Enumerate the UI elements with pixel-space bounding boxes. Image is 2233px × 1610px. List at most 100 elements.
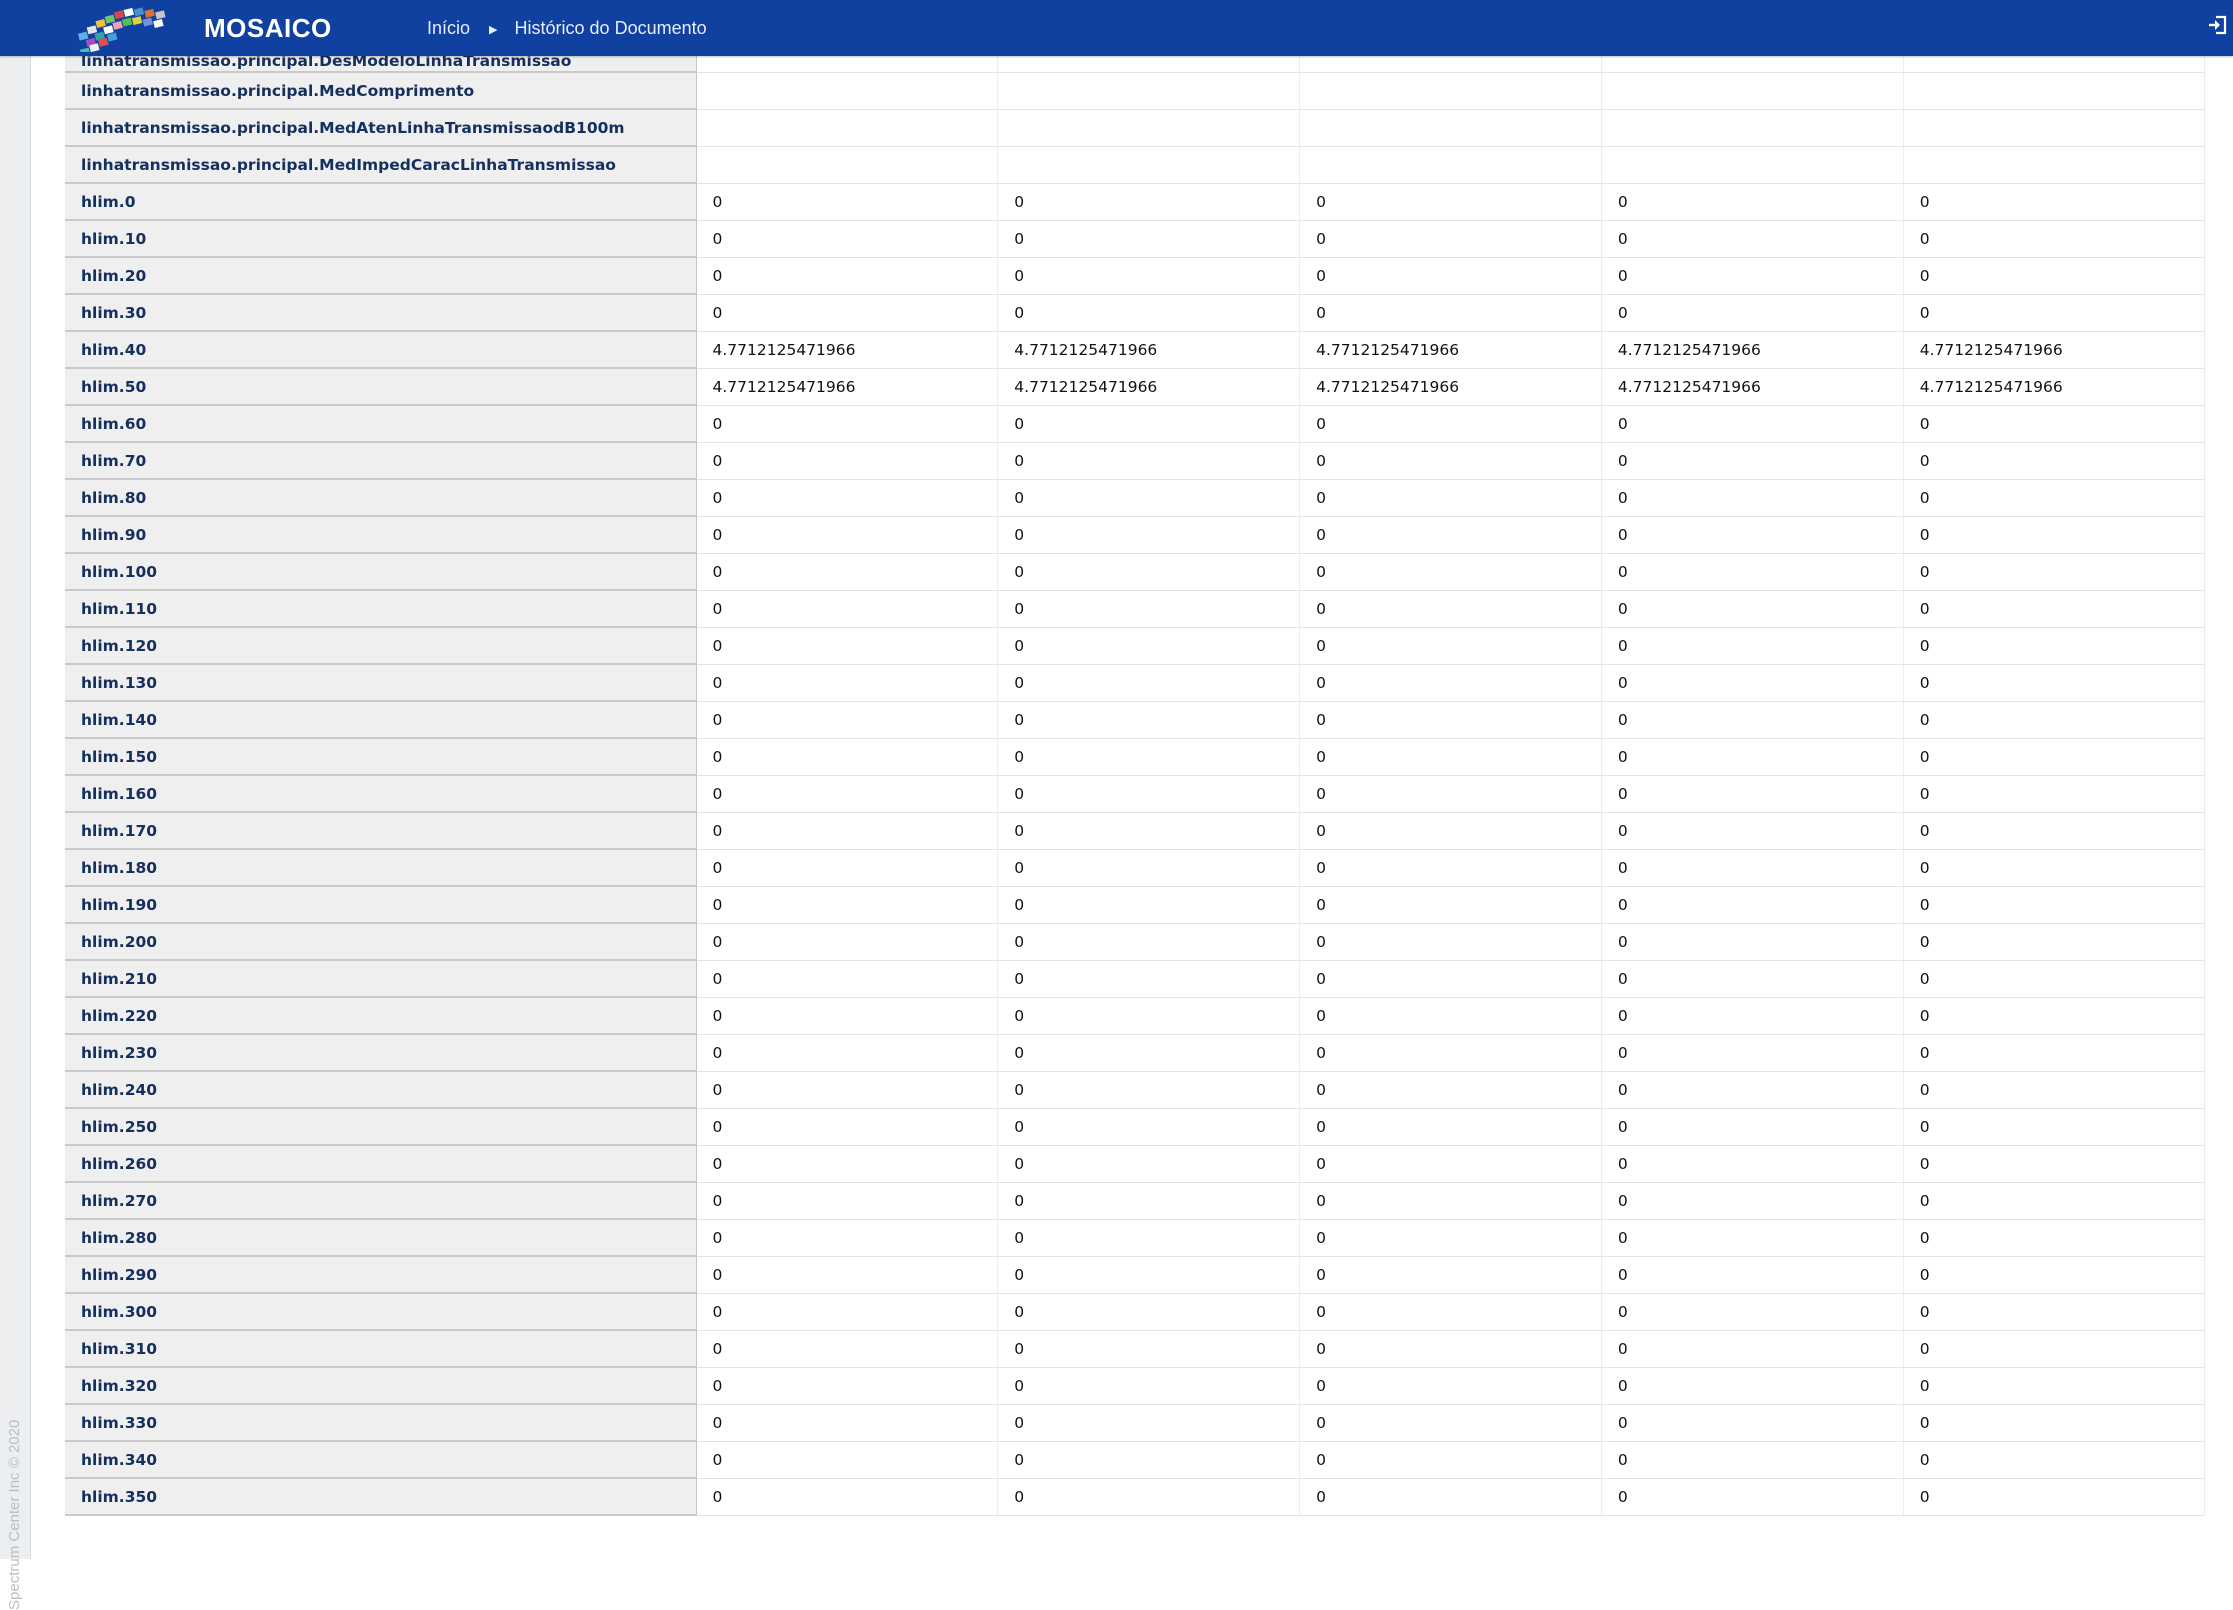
table-cell: 0 xyxy=(1903,479,2205,517)
table-cell: 0 xyxy=(1601,220,1904,258)
table-cell: 0 xyxy=(1601,183,1904,221)
row-key-label: hlim.280 xyxy=(65,1219,697,1257)
table-cell: 0 xyxy=(997,1182,1301,1220)
table-cell: 4.7712125471966 xyxy=(696,368,999,406)
table-row: hlim.270 0 0 0 0 0 xyxy=(65,1182,2205,1220)
row-key-label: hlim.40 xyxy=(65,331,697,369)
table-cell xyxy=(1903,109,2205,147)
table-row: hlim.30 0 0 0 0 0 xyxy=(65,294,2205,332)
table-cell: 0 xyxy=(696,627,999,665)
table-cell: 0 xyxy=(1601,553,1904,591)
row-key-label: linhatransmissao.principal.DesModeloLinh… xyxy=(65,56,697,73)
row-key-label: hlim.310 xyxy=(65,1330,697,1368)
table-cell: 0 xyxy=(1601,849,1904,887)
table-row: hlim.130 0 0 0 0 0 xyxy=(65,664,2205,702)
table-cell: 0 xyxy=(997,1071,1301,1109)
table-cell: 0 xyxy=(696,1182,999,1220)
table-cell: 0 xyxy=(696,923,999,961)
table-cell: 0 xyxy=(997,405,1301,443)
row-key-label: hlim.300 xyxy=(65,1293,697,1331)
table-cell: 0 xyxy=(1903,775,2205,813)
row-key-label: hlim.30 xyxy=(65,294,697,332)
row-key-label: hlim.330 xyxy=(65,1404,697,1442)
table-cell: 0 xyxy=(1903,183,2205,221)
table-cell: 0 xyxy=(1903,257,2205,295)
table-cell: 0 xyxy=(696,1034,999,1072)
table-row: hlim.90 0 0 0 0 0 xyxy=(65,516,2205,554)
table-cell: 0 xyxy=(1903,1441,2205,1479)
table-cell: 0 xyxy=(1903,1145,2205,1183)
table-cell: 0 xyxy=(1903,1404,2205,1442)
table-cell xyxy=(1299,56,1602,73)
table-row: hlim.120 0 0 0 0 0 xyxy=(65,627,2205,665)
row-key-label: hlim.270 xyxy=(65,1182,697,1220)
row-key-label: hlim.10 xyxy=(65,220,697,258)
table-cell: 0 xyxy=(1601,1478,1904,1516)
table-cell: 0 xyxy=(1299,183,1602,221)
table-cell: 0 xyxy=(997,442,1301,480)
table-cell: 0 xyxy=(696,886,999,924)
row-key-label: hlim.80 xyxy=(65,479,697,517)
row-key-label: hlim.170 xyxy=(65,812,697,850)
breadcrumb-home-link[interactable]: Início xyxy=(427,18,470,38)
table-cell xyxy=(1601,56,1904,73)
table-row: hlim.350 0 0 0 0 0 xyxy=(65,1478,2205,1516)
table-cell: 0 xyxy=(997,1293,1301,1331)
table-row: linhatransmissao.principal.DesModeloLinh… xyxy=(65,56,2205,73)
breadcrumb-current[interactable]: Histórico do Documento xyxy=(515,18,707,38)
table-cell: 0 xyxy=(1601,627,1904,665)
table-cell: 0 xyxy=(997,1330,1301,1368)
table-cell: 0 xyxy=(1601,479,1904,517)
mosaic-logo-icon[interactable] xyxy=(70,4,182,52)
row-key-label: hlim.70 xyxy=(65,442,697,480)
table-cell: 0 xyxy=(997,812,1301,850)
table-cell: 0 xyxy=(696,812,999,850)
table-cell: 0 xyxy=(1601,812,1904,850)
table-cell: 0 xyxy=(1299,553,1602,591)
sign-out-icon[interactable] xyxy=(2207,14,2229,36)
table-cell: 0 xyxy=(997,997,1301,1035)
table-cell: 4.7712125471966 xyxy=(1601,331,1904,369)
left-sidebar: Spectrum Center Inc © 2020 xyxy=(0,56,31,1610)
app-brand[interactable]: MOSAICO xyxy=(204,0,332,56)
table-row: hlim.320 0 0 0 0 0 xyxy=(65,1367,2205,1405)
row-key-label: hlim.260 xyxy=(65,1145,697,1183)
table-cell: 0 xyxy=(1299,849,1602,887)
table-cell xyxy=(696,109,999,147)
table-row: hlim.250 0 0 0 0 0 xyxy=(65,1108,2205,1146)
table-cell: 0 xyxy=(1299,1293,1602,1331)
table-row: hlim.80 0 0 0 0 0 xyxy=(65,479,2205,517)
table-cell xyxy=(1601,72,1904,110)
table-cell: 0 xyxy=(1601,1293,1904,1331)
table-cell: 0 xyxy=(696,1367,999,1405)
table-cell: 0 xyxy=(696,1404,999,1442)
table-cell: 0 xyxy=(696,553,999,591)
table-cell: 0 xyxy=(997,664,1301,702)
row-key-label: hlim.350 xyxy=(65,1478,697,1516)
table-cell: 0 xyxy=(997,1256,1301,1294)
table-cell: 0 xyxy=(997,1441,1301,1479)
table-cell: 0 xyxy=(997,553,1301,591)
document-history-table-container[interactable]: linhatransmissao.principal.DesModeloLinh… xyxy=(65,0,2205,1559)
table-cell: 0 xyxy=(1299,812,1602,850)
table-row: hlim.220 0 0 0 0 0 xyxy=(65,997,2205,1035)
table-cell: 0 xyxy=(696,1478,999,1516)
table-cell: 4.7712125471966 xyxy=(1903,368,2205,406)
table-cell: 0 xyxy=(1601,664,1904,702)
table-cell: 0 xyxy=(1299,1034,1602,1072)
table-cell: 0 xyxy=(997,1145,1301,1183)
table-cell: 0 xyxy=(997,960,1301,998)
row-key-label: hlim.0 xyxy=(65,183,697,221)
table-row: hlim.190 0 0 0 0 0 xyxy=(65,886,2205,924)
table-cell: 0 xyxy=(696,220,999,258)
table-row: hlim.310 0 0 0 0 0 xyxy=(65,1330,2205,1368)
table-cell: 0 xyxy=(1601,294,1904,332)
row-key-label: hlim.290 xyxy=(65,1256,697,1294)
table-cell: 0 xyxy=(1299,997,1602,1035)
table-cell: 0 xyxy=(1601,886,1904,924)
table-cell: 0 xyxy=(1299,1330,1602,1368)
table-cell: 0 xyxy=(696,849,999,887)
table-row: hlim.280 0 0 0 0 0 xyxy=(65,1219,2205,1257)
row-key-label: hlim.150 xyxy=(65,738,697,776)
table-cell: 0 xyxy=(1903,738,2205,776)
